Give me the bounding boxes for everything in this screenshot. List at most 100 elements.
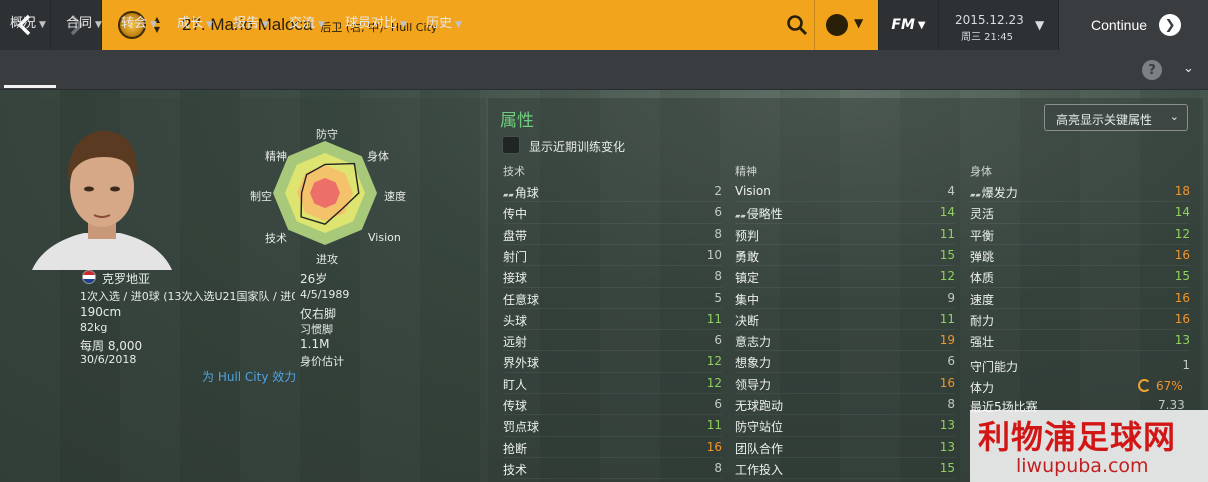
attribute-row[interactable]: 远射 6 [503, 330, 722, 351]
chevron-down-icon[interactable]: ▼ [1035, 18, 1044, 32]
attribute-row[interactable]: ▰▰角球 2 [503, 181, 722, 202]
attribute-row[interactable]: 界外球 12 [503, 351, 722, 372]
attribute-row[interactable]: 决断 11 [735, 309, 955, 330]
attribute-row[interactable]: 意志力 19 [735, 330, 955, 351]
attribute-row[interactable]: 传球 6 [503, 394, 722, 415]
attribute-row[interactable]: ▰▰爆发力 18 [970, 181, 1190, 202]
attribute-row[interactable]: 罚点球 11 [503, 415, 722, 436]
attribute-row[interactable]: 平衡 12 [970, 224, 1190, 245]
attribute-row[interactable]: 抢断 16 [503, 437, 722, 458]
attribute-value: 14 [1174, 205, 1190, 220]
attribute-row[interactable]: 盯人 12 [503, 373, 722, 394]
attribute-row[interactable]: 工作投入 15 [735, 458, 955, 479]
attribute-row[interactable]: 无球跑动 8 [735, 394, 955, 415]
attribute-row[interactable]: 镇定 12 [735, 266, 955, 287]
divider [814, 0, 815, 50]
continue-button[interactable]: Continue ❯ [1058, 0, 1208, 50]
wage: 每周 8,000 [80, 339, 143, 353]
chevron-down-icon[interactable]: ▼ [854, 16, 863, 30]
highlight-key-attributes-select[interactable]: 高亮显示关键属性 ⌄ [1044, 104, 1188, 131]
fm-logo: FM [891, 17, 915, 33]
attribute-row[interactable]: 头球 11 [503, 309, 722, 330]
help-icon[interactable]: ? [1142, 60, 1162, 80]
tab-development[interactable]: 成长 ▼ [177, 12, 213, 31]
attribute-label: 工作投入 [735, 462, 784, 477]
chevron-down-icon: ▼ [455, 20, 462, 30]
attribute-name: 头球 [503, 312, 527, 329]
attribute-name: ▰▰爆发力 [970, 184, 1018, 201]
attribute-label: 盘带 [503, 228, 528, 243]
preferred-foot-label: 习惯脚 [300, 323, 333, 336]
attribute-row[interactable]: 技术 8 [503, 458, 722, 479]
attribute-row[interactable]: Vision 4 [735, 181, 955, 202]
active-tab-indicator [4, 85, 56, 88]
attribute-value: 19 [939, 333, 955, 348]
attribute-row[interactable]: 灵活 14 [970, 202, 1190, 223]
attribute-row[interactable]: 想象力 6 [735, 351, 955, 372]
attribute-name: 勇敢 [735, 248, 759, 265]
attribute-value: 8 [947, 397, 955, 411]
date-display[interactable]: 2015.12.23 周三 21:45 ▼ [938, 0, 1058, 50]
attribute-name: 任意球 [503, 291, 539, 308]
attribute-row[interactable]: 盘带 8 [503, 224, 722, 245]
attribute-value: 16 [1174, 247, 1190, 262]
attribute-row[interactable]: 预判 11 [735, 224, 955, 245]
attribute-value: 15 [939, 247, 955, 262]
attribute-value: 16 [1174, 311, 1190, 326]
tab-compare[interactable]: 球员对比 ▼ [345, 12, 407, 31]
attribute-name: 强壮 [970, 333, 994, 350]
search-icon[interactable] [786, 14, 808, 36]
chevron-down-icon[interactable]: ⌄ [1183, 61, 1194, 76]
fm-menu-button[interactable]: FM ▼ [878, 0, 938, 50]
attribute-value: 9 [947, 290, 955, 305]
attribute-row[interactable]: 防守站位 13 [735, 415, 955, 436]
show-training-changes-checkbox[interactable] [502, 136, 520, 154]
attribute-label: 射门 [503, 249, 528, 264]
attribute-row[interactable]: 速度 16 [970, 288, 1190, 309]
attribute-row[interactable]: 领导力 16 [735, 373, 955, 394]
nationality[interactable]: 克罗地亚 [102, 270, 150, 287]
attribute-label: 远射 [503, 335, 528, 350]
attribute-row[interactable]: 接球 8 [503, 266, 722, 287]
weight: 82kg [80, 321, 108, 334]
attribute-row[interactable]: 强壮 13 [970, 330, 1190, 351]
tab-contract[interactable]: 合同 ▼ [66, 12, 102, 31]
attribute-row[interactable]: ▰▰侵略性 14 [735, 202, 955, 223]
tab-overview[interactable]: 概况 ▼ [10, 12, 46, 31]
tab-transfer[interactable]: 转会 ▼ [121, 12, 157, 31]
tab-history[interactable]: 历史 ▼ [426, 12, 462, 31]
attribute-row[interactable]: 传中 6 [503, 202, 722, 223]
attribute-row[interactable]: 勇敢 15 [735, 245, 955, 266]
watermark-url: liwupuba.com [1016, 455, 1149, 477]
attribute-name: ▰▰侵略性 [735, 205, 783, 222]
attribute-label: 侵略性 [746, 207, 783, 222]
date-of-birth: 4/5/1989 [300, 288, 350, 301]
attribute-name: ▰▰角球 [503, 184, 539, 201]
radar-label: 身体 [367, 150, 389, 163]
attribute-value: 18 [1174, 184, 1190, 198]
globe-icon[interactable] [826, 14, 848, 36]
attribute-row[interactable]: 团队合作 13 [735, 437, 955, 458]
attribute-row[interactable]: 体质 15 [970, 266, 1190, 287]
attribute-name: 技术 [503, 461, 527, 478]
club-link[interactable]: 为 Hull City 效力 [202, 368, 296, 385]
attribute-label: 想象力 [735, 356, 772, 371]
attribute-label: 技术 [503, 462, 528, 477]
attribute-row[interactable]: 弹跳 16 [970, 245, 1190, 266]
condition-icon [1138, 379, 1151, 392]
attribute-name: 界外球 [503, 354, 539, 371]
attribute-row[interactable]: 射门 10 [503, 245, 722, 266]
tab-interaction[interactable]: 交流 ▼ [289, 12, 325, 31]
attribute-row[interactable]: 耐力 16 [970, 309, 1190, 330]
chevron-down-icon: ▼ [39, 20, 46, 30]
height: 190cm [80, 305, 122, 319]
attribute-row[interactable]: 任意球 5 [503, 288, 722, 309]
attribute-value: 12 [1174, 226, 1190, 241]
attribute-value: 8 [714, 226, 722, 241]
attribute-row[interactable]: 集中 9 [735, 288, 955, 309]
tab-reports[interactable]: 报告 ▼ [233, 12, 269, 31]
radar-label: 精神 [265, 150, 287, 163]
row-divider [503, 478, 722, 480]
chevron-down-icon: ▼ [400, 20, 407, 30]
attribute-value: 6 [714, 333, 722, 348]
